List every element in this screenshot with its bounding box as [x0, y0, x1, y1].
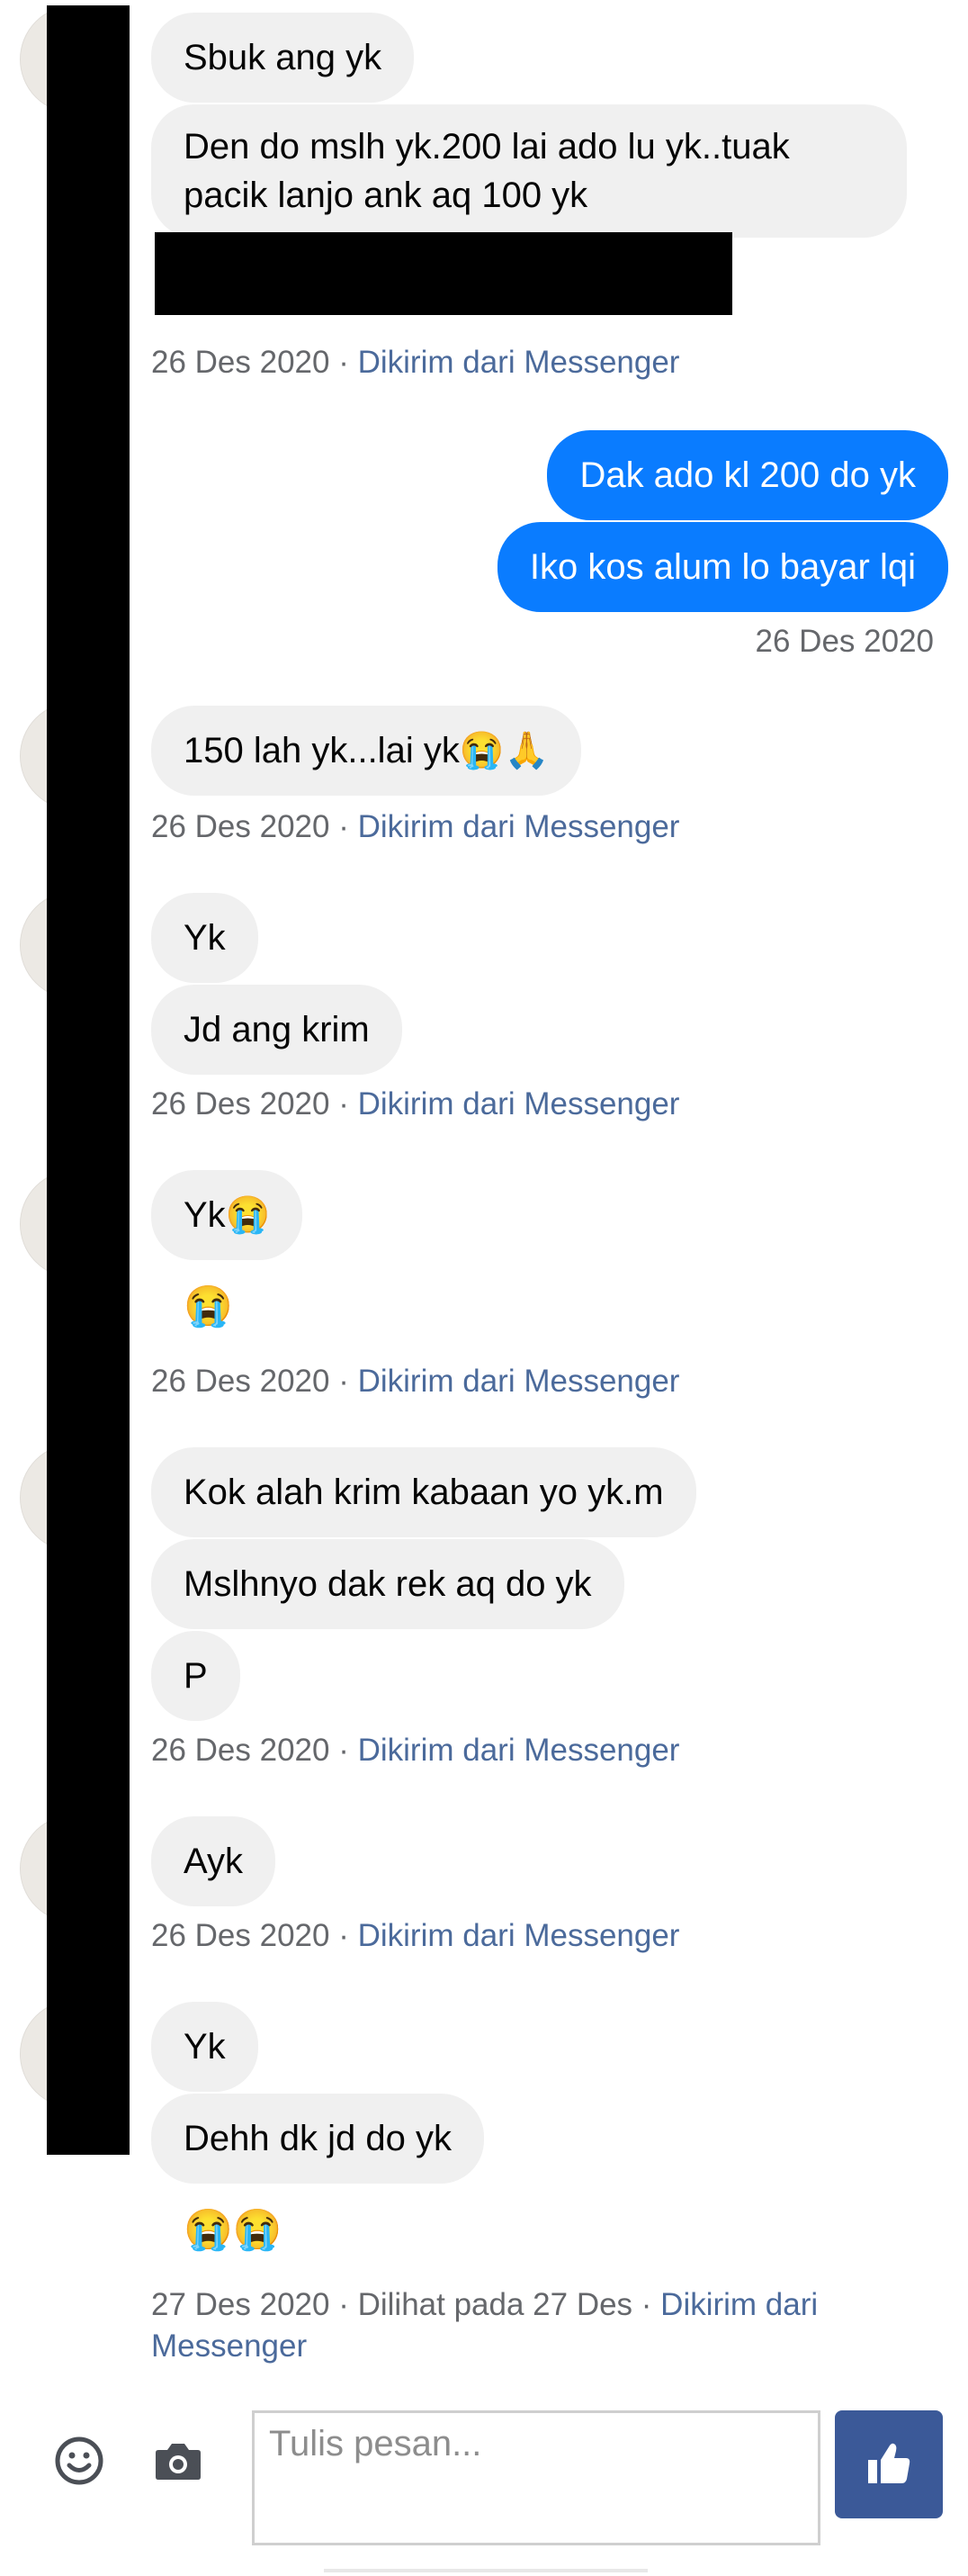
sent-from-link[interactable]: Dikirim dari Messenger [358, 1086, 680, 1121]
incoming-message[interactable]: P [151, 1631, 240, 1721]
home-indicator [324, 2569, 648, 2572]
outgoing-message[interactable]: Dak ado kl 200 do yk [547, 430, 948, 520]
message-input-field[interactable] [255, 2413, 818, 2543]
incoming-message[interactable]: Den do mslh yk.200 lai ado lu yk..tuak p… [151, 104, 907, 238]
message-meta: 26 Des 2020 · Dikirim dari Messenger [151, 1733, 680, 1768]
incoming-message[interactable]: 150 lah yk...lai yk😭🙏 [151, 706, 582, 796]
redaction-bar [47, 5, 130, 2155]
sent-from-link[interactable]: Dikirim dari Messenger [358, 345, 680, 380]
message-meta: 26 Des 2020 · Dikirim dari Messenger [151, 1364, 680, 1399]
smiley-icon[interactable] [50, 2432, 108, 2490]
sent-from-link[interactable]: Dikirim dari Messenger [358, 1918, 680, 1953]
incoming-message[interactable]: Yk😭 [151, 1170, 303, 1260]
message-meta: 26 Des 2020 · Dikirim dari Messenger [151, 1086, 680, 1121]
incoming-message[interactable]: Jd ang krim [151, 985, 402, 1075]
sent-from-link[interactable]: Dikirim dari Messenger [358, 1364, 680, 1399]
emoji-message[interactable]: 😭😭 [184, 2205, 282, 2256]
redacted-attachment [155, 232, 732, 315]
sent-from-link[interactable]: Dikirim dari Messenger [358, 809, 680, 844]
incoming-message[interactable]: Kok alah krim kabaan yo yk.m [151, 1447, 696, 1537]
message-meta: 26 Des 2020 · Dikirim dari Messenger [151, 1918, 680, 1953]
incoming-message[interactable]: Ayk [151, 1816, 275, 1906]
incoming-message[interactable]: Mslhnyo dak rek aq do yk [151, 1539, 624, 1629]
sent-from-link[interactable]: Messenger [151, 2328, 307, 2364]
incoming-message[interactable]: Dehh dk jd do yk [151, 2094, 484, 2184]
incoming-message[interactable]: Yk [151, 2002, 258, 2092]
message-meta: 26 Des 2020 · Dikirim dari Messenger [151, 345, 680, 380]
camera-icon[interactable] [149, 2434, 207, 2488]
outgoing-message[interactable]: Iko kos alum lo bayar lqi [497, 522, 948, 612]
thumbs-up-icon [868, 2443, 910, 2483]
emoji-message[interactable]: 😭 [184, 1282, 233, 1332]
message-input[interactable] [252, 2410, 820, 2545]
message-composer [0, 2385, 968, 2576]
message-meta: 27 Des 2020 · Dilihat pada 27 Des · Diki… [151, 2287, 819, 2364]
message-meta: 26 Des 2020 [755, 624, 934, 659]
sent-from-link[interactable]: Dikirim dari Messenger [358, 1733, 680, 1768]
message-meta: 26 Des 2020 · Dikirim dari Messenger [151, 809, 680, 844]
incoming-message[interactable]: Sbuk ang yk [151, 13, 415, 103]
incoming-message[interactable]: Yk [151, 893, 258, 983]
sent-from-link[interactable]: Dikirim dari [660, 2287, 818, 2322]
like-button[interactable] [835, 2410, 943, 2518]
